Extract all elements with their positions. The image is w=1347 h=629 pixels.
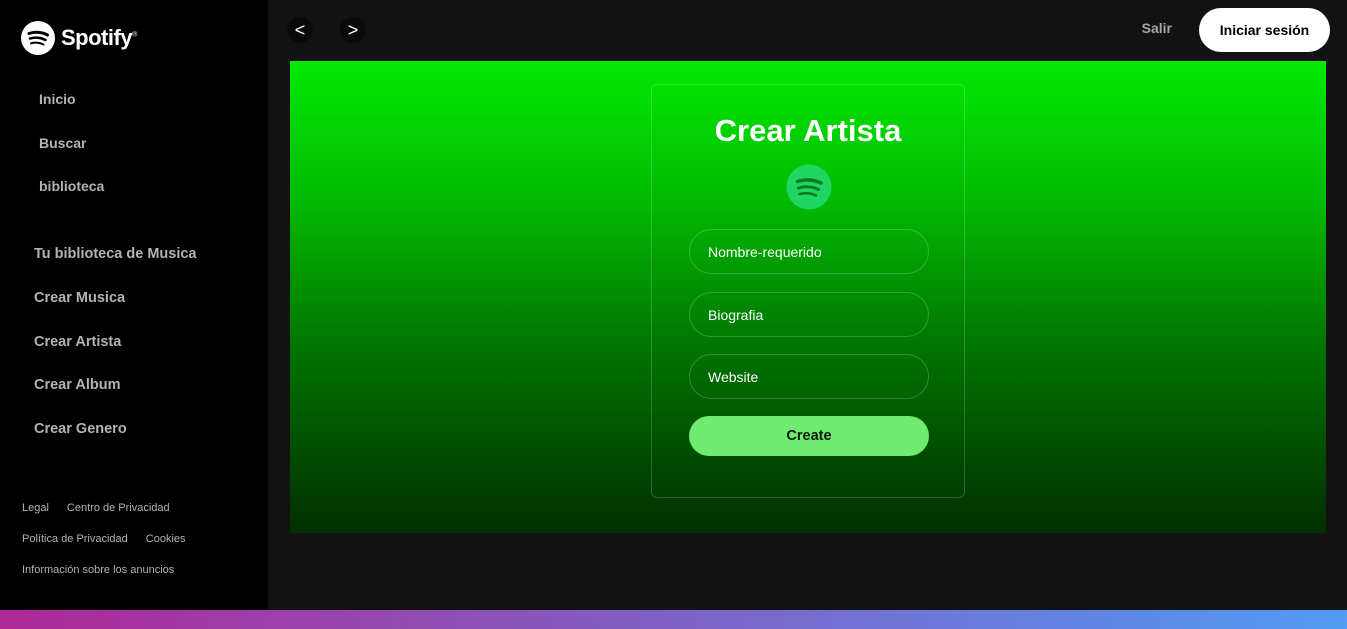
chevron-right-icon: >	[347, 19, 359, 40]
nav-item-inicio[interactable]: Inicio	[39, 91, 104, 113]
spotify-icon	[21, 21, 55, 55]
privacy-policy-link[interactable]: Política de Privacidad	[22, 533, 128, 564]
create-artist-card: Crear Artista Create	[651, 84, 965, 498]
nav-item-biblioteca[interactable]: biblioteca	[39, 178, 104, 200]
create-button[interactable]: Create	[689, 416, 929, 456]
top-bar: < > Salir Iniciar sesión	[268, 0, 1347, 60]
sidebar-footer: Legal Centro de Privacidad Política de P…	[22, 502, 186, 595]
spotify-logo[interactable]: Spotify®	[21, 21, 137, 55]
cookies-link[interactable]: Cookies	[146, 533, 186, 564]
library-item-crear-artista[interactable]: Crear Artista	[34, 334, 196, 356]
forward-button[interactable]: >	[340, 17, 366, 43]
back-button[interactable]: <	[287, 17, 313, 43]
ads-info-link[interactable]: Información sobre los anuncios	[22, 564, 174, 595]
library-item-crear-album[interactable]: Crear Album	[34, 377, 196, 399]
login-button[interactable]: Iniciar sesión	[1199, 8, 1330, 52]
legal-link[interactable]: Legal	[22, 502, 49, 533]
bottom-banner-bar	[0, 610, 1347, 629]
biography-input[interactable]	[689, 292, 929, 337]
logout-button[interactable]: Salir	[1142, 20, 1172, 36]
spotify-wordmark: Spotify®	[61, 25, 137, 50]
chevron-left-icon: <	[294, 19, 306, 40]
privacy-center-link[interactable]: Centro de Privacidad	[67, 502, 170, 533]
library-item-crear-genero[interactable]: Crear Genero	[34, 421, 196, 443]
spotify-icon	[786, 164, 832, 210]
website-input[interactable]	[689, 354, 929, 399]
main-nav: Inicio Buscar biblioteca	[39, 91, 104, 222]
form-title: Crear Artista	[714, 113, 902, 148]
library-item-crear-musica[interactable]: Crear Musica	[34, 290, 196, 312]
sidebar: Spotify® Inicio Buscar biblioteca Tu bib…	[0, 0, 268, 610]
artist-name-input[interactable]	[689, 229, 929, 274]
library-item-tu-biblioteca[interactable]: Tu biblioteca de Musica	[34, 246, 196, 268]
nav-item-buscar[interactable]: Buscar	[39, 135, 104, 157]
library-nav: Tu biblioteca de Musica Crear Musica Cre…	[34, 246, 196, 465]
